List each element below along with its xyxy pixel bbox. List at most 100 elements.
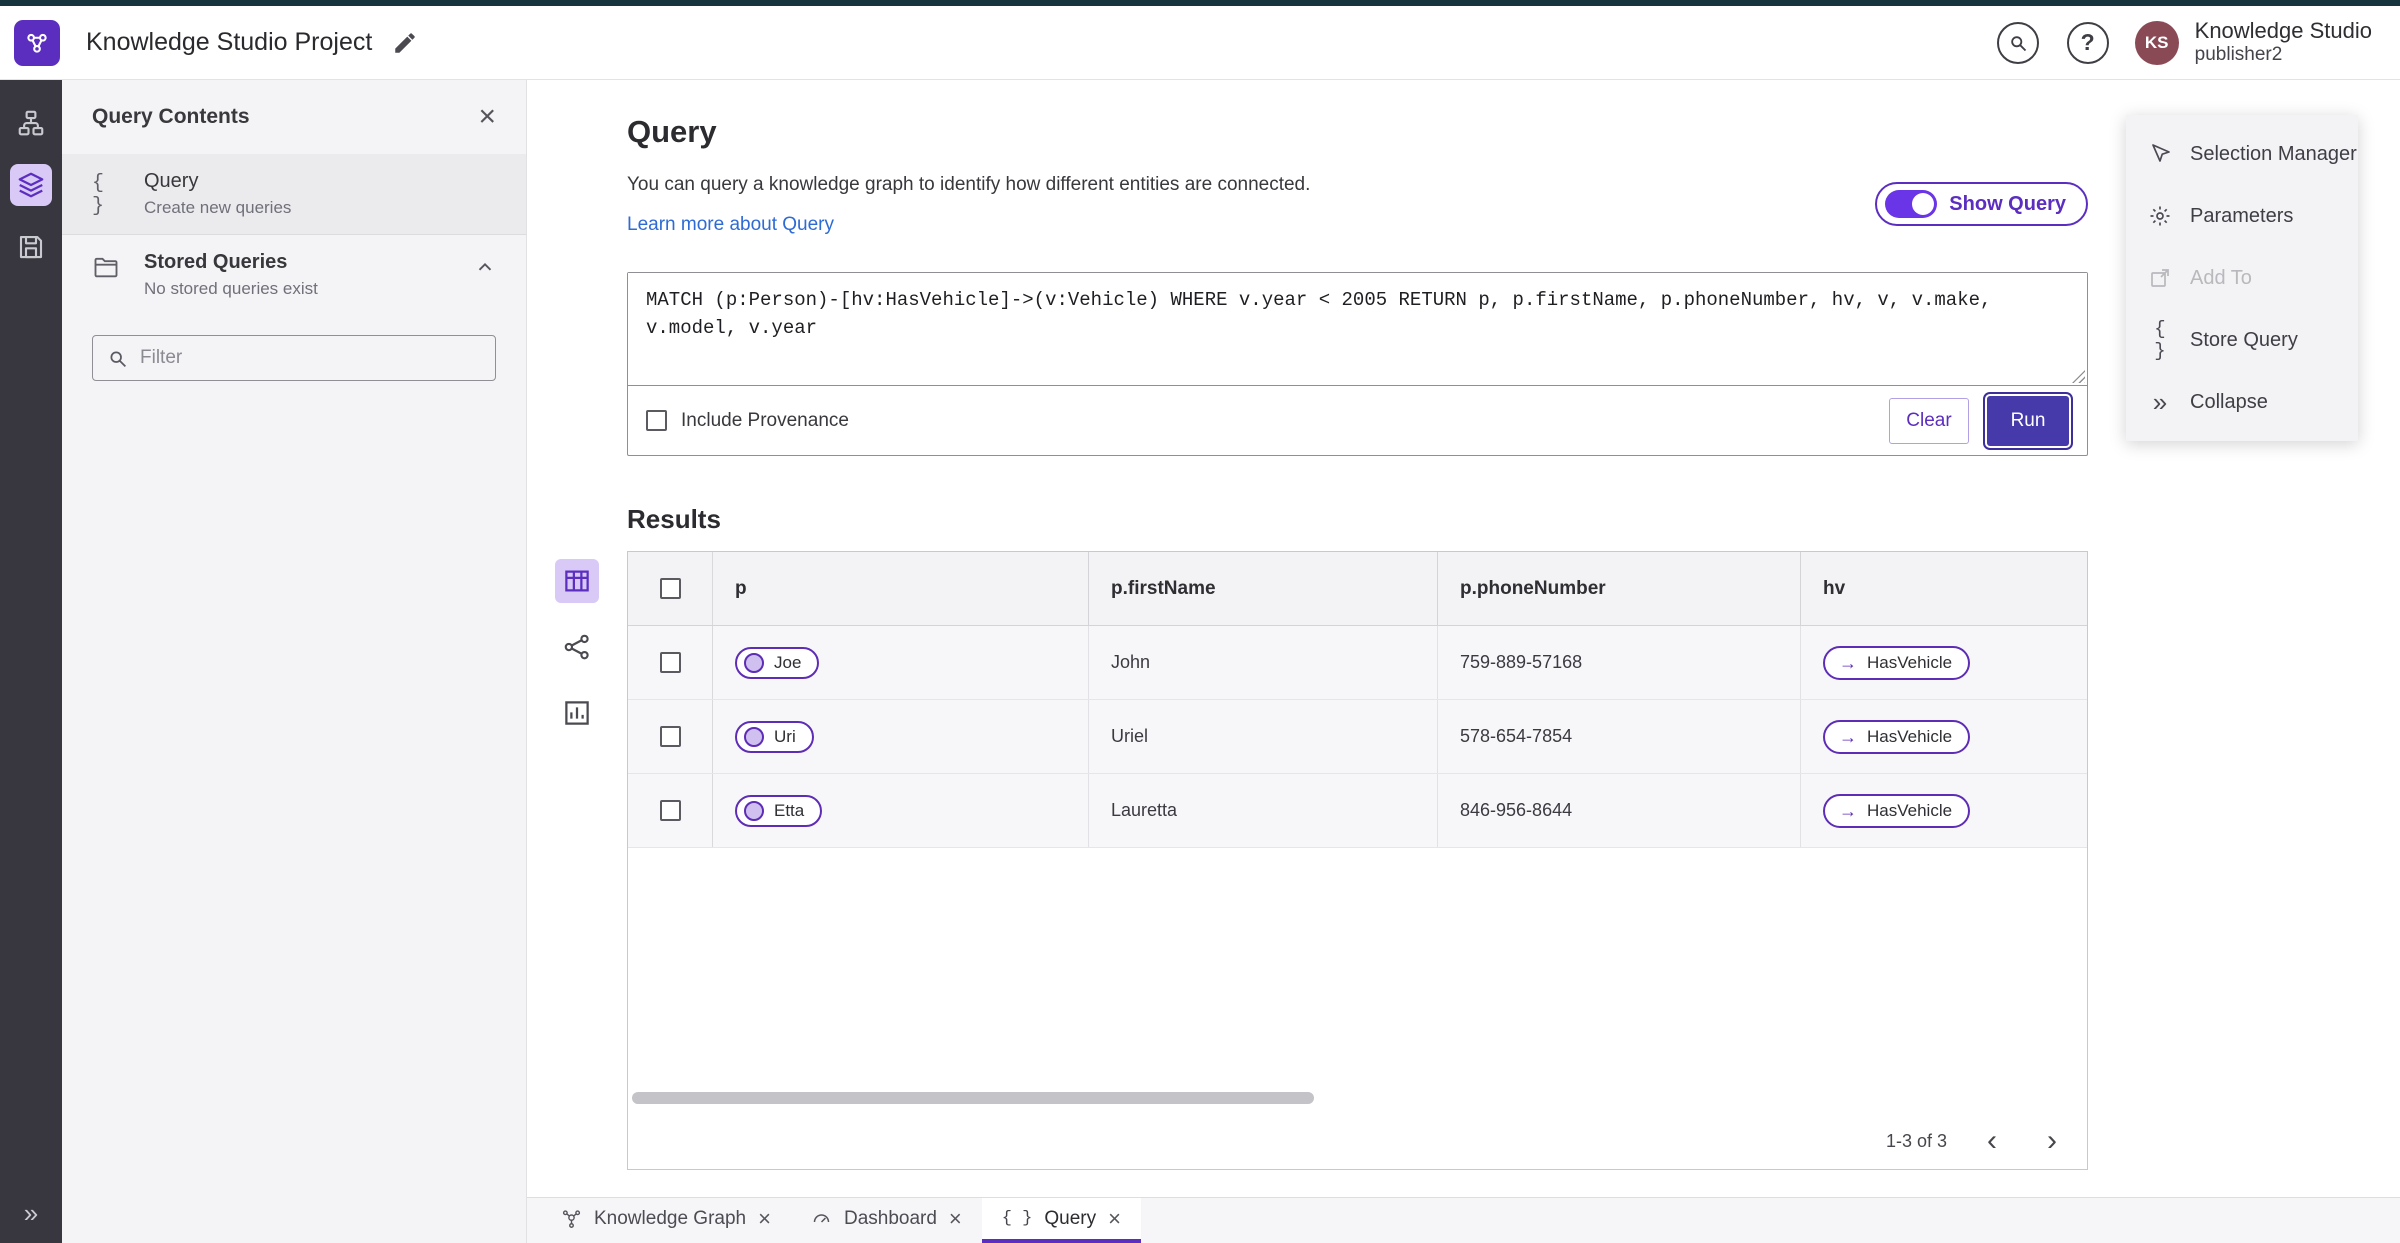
avatar[interactable]: KS: [2134, 20, 2179, 65]
person-node-pill[interactable]: Joe: [735, 646, 820, 679]
previous-page-icon[interactable]: ‹: [1977, 1126, 2007, 1156]
help-glyph: ?: [2080, 29, 2095, 55]
horizontal-scrollbar[interactable]: [632, 1091, 2083, 1105]
menu-item-parameters[interactable]: Parameters: [2126, 185, 2358, 247]
toggle-switch-on[interactable]: [1885, 190, 1938, 218]
node-label: Joe: [774, 652, 802, 672]
column-header-firstname[interactable]: p.firstName: [1111, 578, 1216, 600]
menu-item-selection-manager[interactable]: Selection Manager: [2126, 123, 2358, 185]
arrow-right-icon: →: [1839, 726, 1857, 747]
select-all-checkbox[interactable]: [659, 578, 681, 599]
search-icon[interactable]: [1996, 21, 2039, 64]
row-checkbox[interactable]: [659, 652, 681, 673]
filter-search-icon: [110, 351, 126, 367]
project-title: Knowledge Studio Project: [86, 28, 373, 56]
cell-firstname: John: [1111, 652, 1151, 672]
query-box: MATCH (p:Person)-[hv:HasVehicle]->(v:Veh…: [627, 272, 2088, 456]
clear-button[interactable]: Clear: [1889, 397, 1969, 444]
menu-label: Store Query: [2190, 328, 2298, 351]
node-dot-icon: [744, 652, 764, 673]
username: publisher2: [2194, 44, 2283, 66]
node-dot-icon: [744, 726, 764, 747]
cell-phonenumber: 578-654-7854: [1460, 726, 1573, 746]
node-label: Etta: [774, 800, 805, 820]
show-query-toggle[interactable]: Show Query: [1875, 182, 2088, 226]
cell-firstname: Lauretta: [1111, 800, 1178, 820]
collapse-section-icon[interactable]: [474, 251, 496, 279]
expand-rail-icon[interactable]: »: [0, 1198, 62, 1229]
close-sidebar-icon[interactable]: ×: [478, 102, 496, 132]
graph-view-icon[interactable]: [555, 625, 599, 669]
query-contents-panel: Query Contents × { } Query Create new qu…: [62, 80, 527, 1243]
results-title: Results: [627, 504, 721, 534]
menu-label: Selection Manager: [2190, 142, 2357, 165]
scrollbar-thumb[interactable]: [632, 1092, 1314, 1104]
column-header-hv[interactable]: hv: [1823, 578, 1845, 600]
edge-label: HasVehicle: [1867, 800, 1953, 820]
stored-queries-label: Stored Queries: [144, 251, 288, 273]
column-header-p[interactable]: p: [735, 578, 747, 600]
layers-icon[interactable]: [10, 164, 52, 206]
close-tab-icon[interactable]: ×: [1108, 1207, 1121, 1230]
table-row[interactable]: Etta Lauretta 846-956-8644 → HasVehicle: [628, 774, 2087, 848]
close-tab-icon[interactable]: ×: [949, 1207, 962, 1230]
person-node-pill[interactable]: Etta: [735, 794, 823, 827]
menu-label: Add To: [2190, 266, 2252, 289]
query-editor: MATCH (p:Person)-[hv:HasVehicle]->(v:Veh…: [628, 273, 2087, 385]
column-header-phonenumber[interactable]: p.phoneNumber: [1460, 578, 1606, 600]
add-to-icon: [2151, 269, 2169, 287]
row-checkbox[interactable]: [659, 800, 681, 821]
arrow-right-icon: →: [1839, 800, 1857, 821]
close-tab-icon[interactable]: ×: [758, 1207, 771, 1230]
edit-title-icon[interactable]: [392, 30, 418, 56]
filter-input[interactable]: [140, 347, 481, 369]
menu-item-store-query[interactable]: { } Store Query: [2126, 309, 2358, 371]
sidebar-item-stored-queries[interactable]: Stored Queries No stored queries exist: [62, 235, 526, 315]
edge-pill[interactable]: → HasVehicle: [1823, 645, 1971, 680]
folder-icon: [92, 251, 126, 281]
tab-dashboard[interactable]: Dashboard ×: [791, 1198, 982, 1243]
model-hierarchy-icon[interactable]: [10, 102, 52, 144]
query-footer: Include Provenance Clear Run: [628, 385, 2087, 455]
results-section: p p.firstName p.phoneNumber hv Joe John …: [555, 551, 2088, 1170]
left-rail: »: [0, 80, 62, 1243]
page-description: You can query a knowledge graph to ident…: [627, 174, 1311, 195]
include-provenance-checkbox[interactable]: [646, 410, 667, 431]
sidebar-item-query[interactable]: { } Query Create new queries: [62, 154, 526, 234]
query-input[interactable]: MATCH (p:Person)-[hv:HasVehicle]->(v:Veh…: [628, 273, 2087, 385]
next-page-icon[interactable]: ›: [2037, 1126, 2067, 1156]
table-row[interactable]: Uri Uriel 578-654-7854 → HasVehicle: [628, 700, 2087, 774]
tab-query[interactable]: { } Query ×: [981, 1198, 1141, 1243]
arrow-right-icon: →: [1839, 652, 1857, 673]
table-header-row: p p.firstName p.phoneNumber hv: [628, 552, 2087, 626]
table-view-icon[interactable]: [555, 559, 599, 603]
include-provenance-label: Include Provenance: [681, 409, 849, 431]
header-checkbox-cell: [628, 552, 713, 625]
learn-more-link[interactable]: Learn more about Query: [627, 214, 834, 236]
collapse-icon: »: [2152, 387, 2168, 417]
tab-knowledge-graph[interactable]: Knowledge Graph ×: [541, 1198, 791, 1243]
tab-label: Knowledge Graph: [594, 1207, 747, 1229]
stored-queries-description: No stored queries exist: [144, 279, 318, 298]
table-row[interactable]: Joe John 759-889-57168 → HasVehicle: [628, 626, 2087, 700]
chart-view-icon[interactable]: [555, 691, 599, 735]
user-info: Knowledge Studio publisher2: [2195, 18, 2372, 67]
help-icon[interactable]: ?: [2066, 21, 2109, 64]
show-query-label: Show Query: [1949, 192, 2066, 215]
document-tabbar: Knowledge Graph × Dashboard × { } Query …: [527, 1197, 2400, 1243]
menu-item-collapse[interactable]: » Collapse: [2126, 371, 2358, 433]
person-node-pill[interactable]: Uri: [735, 720, 814, 753]
product-name: Knowledge Studio: [2194, 17, 2372, 43]
sidebar-title: Query Contents: [92, 105, 250, 128]
edge-pill[interactable]: → HasVehicle: [1823, 793, 1971, 828]
filter-field: [92, 335, 496, 381]
row-checkbox[interactable]: [659, 726, 681, 747]
save-icon[interactable]: [10, 226, 52, 268]
main-panel: Query You can query a knowledge graph to…: [527, 80, 2400, 1197]
query-content: Query You can query a knowledge graph to…: [555, 80, 2088, 1170]
dashboard-icon: [813, 1214, 830, 1223]
node-label: Uri: [774, 726, 796, 746]
app-logo-icon[interactable]: [14, 19, 60, 66]
edge-pill[interactable]: → HasVehicle: [1823, 719, 1971, 754]
run-button[interactable]: Run: [1987, 395, 2069, 446]
